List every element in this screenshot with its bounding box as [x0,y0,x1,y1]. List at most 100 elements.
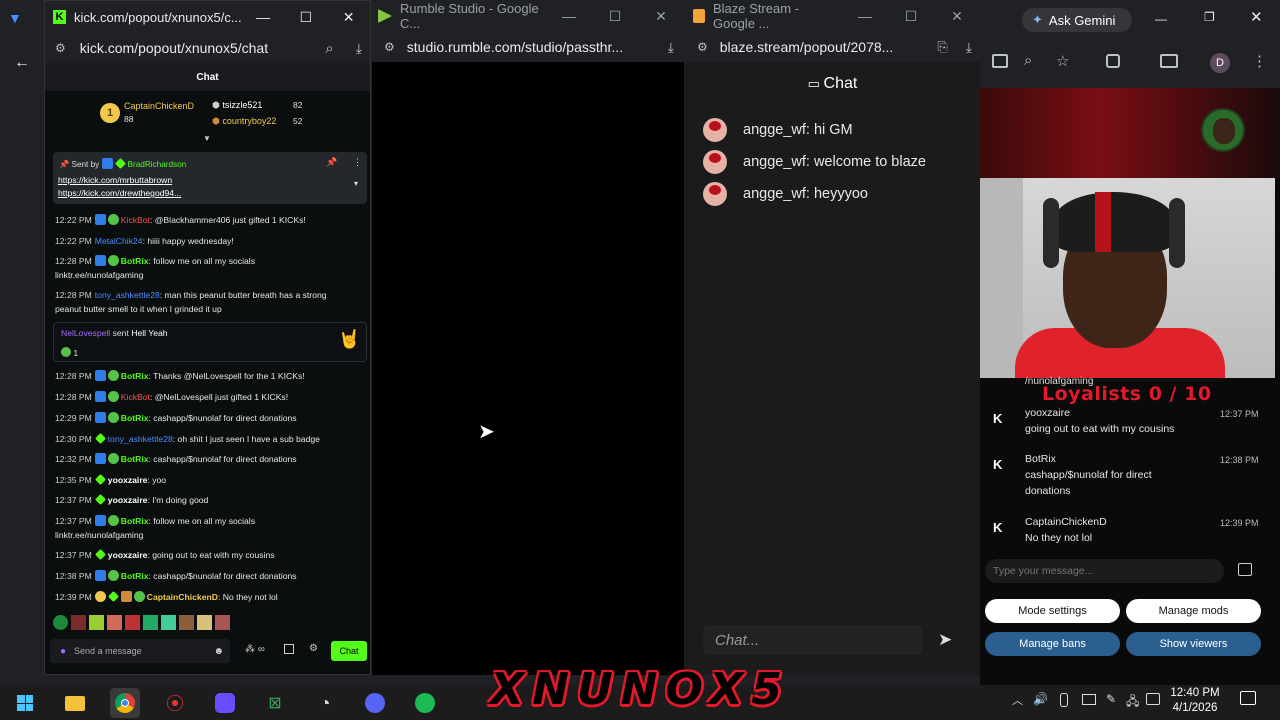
network-icon[interactable]: 🖧 [1126,692,1139,713]
emote-icon[interactable] [161,615,176,630]
kick-tools-icon[interactable]: ⁂ ∞ [245,644,265,655]
message-user[interactable]: yooxzaire [108,550,148,560]
emote-icon[interactable] [143,615,158,630]
message-user[interactable]: MetalChik24 [95,236,143,246]
gift-user[interactable]: NelLovespell [61,328,110,338]
gift-box-icon[interactable] [284,644,294,654]
back-arrow-icon[interactable]: ← [14,54,30,72]
bookmark-star-icon[interactable]: ☆ [1056,52,1069,70]
kick-address-bar[interactable]: ⚙ kick.com/popout/xnunox5/chat ⌕ ⤓ [45,33,370,63]
emote-icon[interactable] [125,615,140,630]
emote-icon[interactable] [53,615,68,630]
display-icon[interactable] [1082,694,1096,705]
emote-icon[interactable] [197,615,212,630]
site-settings-icon[interactable]: ⚙ [55,41,66,55]
tray-chevron-icon[interactable]: ︿ [1012,692,1023,708]
close-icon[interactable]: ✕ [1250,8,1263,26]
emote-icon[interactable] [89,615,104,630]
message-user[interactable]: BotRix [121,516,149,526]
spotify-icon[interactable] [410,688,440,718]
volume-icon[interactable]: 🔊 [1033,692,1048,706]
pinned-expand-icon[interactable]: ▾ [354,179,358,188]
maximize-icon[interactable]: ☐ [888,0,934,32]
chrome-tab-icon[interactable]: ▼ [8,10,22,26]
send-icon[interactable]: ➤ [938,630,952,650]
minimize-icon[interactable]: — [546,0,592,32]
message-user[interactable]: BotRix [121,454,149,464]
battery-icon[interactable] [1146,693,1160,705]
close-icon[interactable]: ✕ [638,0,684,32]
apps-grid-icon[interactable] [210,688,240,718]
pinned-menu-icon[interactable]: ⋮ [353,157,362,168]
message-user[interactable]: yooxzaire [108,475,148,485]
emote-icon[interactable] [179,615,194,630]
profile-avatar[interactable]: D [1210,53,1230,73]
install-app-icon[interactable]: ⎘ [937,39,947,55]
unpin-icon[interactable]: 📌 [326,157,337,168]
send-chat-button[interactable]: Chat [331,641,367,661]
download-icon[interactable]: ⤓ [966,39,972,56]
download-icon[interactable]: ⤓ [356,40,362,57]
close-icon[interactable]: ✕ [934,0,980,32]
blaze-chat-input[interactable]: Chat... [703,625,923,655]
message-user[interactable]: BotRix [121,256,149,266]
dashboard-message-input[interactable] [985,559,1224,583]
blaze-message-user[interactable]: angge_wf [743,122,806,138]
site-settings-icon[interactable]: ⚙ [697,40,708,54]
message-user[interactable]: BotRix [121,413,149,423]
message-user[interactable]: tony_ashkettle28 [108,434,173,444]
maps-pin-icon[interactable]: ⦿ [160,688,190,718]
menu-dots-icon[interactable]: ⋮ [1252,52,1267,70]
settings-gear-icon[interactable]: ⚙ [309,643,318,654]
message-user[interactable]: BotRix [121,571,149,581]
microphone-icon[interactable] [1060,693,1068,707]
tab-search-icon[interactable] [1160,54,1178,68]
maximize-icon[interactable]: ☐ [284,1,327,33]
smiley-icon[interactable]: ☻ [213,646,224,657]
emote-icon[interactable] [215,615,230,630]
minimize-icon[interactable]: — [242,1,285,33]
pinned-link-1[interactable]: https://kick.com/mrbuttabrown [58,175,172,185]
speed-gauge-icon[interactable]: ◔ [310,688,340,718]
extensions-icon[interactable] [1106,54,1120,68]
blaze-address-bar[interactable]: ⚙ blaze.stream/popout/2078... ⎘ ⤓ [685,32,980,62]
message-user[interactable]: BotRix [121,371,149,381]
emote-icon[interactable] [71,615,86,630]
emote-icon[interactable] [107,615,122,630]
emote-picker-icon[interactable]: ● [60,646,66,657]
zoom-icon[interactable]: ⌕ [325,40,333,57]
restore-icon[interactable]: ❐ [1204,10,1215,24]
site-settings-icon[interactable]: ⚙ [384,40,395,54]
pinned-link-2[interactable]: https://kick.com/drewthegod94... [58,188,181,198]
file-explorer-icon[interactable] [60,688,90,718]
maximize-icon[interactable]: ☐ [592,0,638,32]
close-icon[interactable]: ✕ [327,1,370,33]
taskbar-clock[interactable]: 12:40 PM 4/1/2026 [1165,686,1225,716]
kick-message-input[interactable]: ● Send a message ☻ [50,639,230,663]
notifications-icon[interactable] [1240,691,1256,705]
chat-emote-icon[interactable] [1238,563,1252,576]
message-user[interactable]: KickBot [121,392,150,402]
download-icon[interactable]: ⤓ [668,39,674,56]
ask-gemini-button[interactable]: ✦ Ask Gemini [1022,8,1132,32]
blaze-message-user[interactable]: angge_wf [743,154,806,170]
message-user[interactable]: yooxzaire [108,495,148,505]
blaze-message-user[interactable]: angge_wf [743,186,806,202]
discord-icon[interactable] [360,688,390,718]
manage-mods-button[interactable]: Manage mods [1126,599,1261,623]
mode-settings-button[interactable]: Mode settings [985,599,1120,623]
show-viewers-button[interactable]: Show viewers [1126,632,1261,656]
screen-cast-icon[interactable] [992,54,1008,68]
chrome-taskbar-icon[interactable] [110,688,140,718]
message-user[interactable]: CaptainChickenD [147,592,218,602]
minimize-icon[interactable]: — [1155,12,1167,26]
excel-icon[interactable]: ⊠ [260,688,290,718]
message-user[interactable]: tony_ashkettle28 [95,290,160,300]
rumble-address-bar[interactable]: ⚙ studio.rumble.com/studio/passthr... ⤓ [372,32,684,62]
zoom-icon[interactable]: ⌕ [1024,52,1032,69]
minimize-icon[interactable]: — [842,0,888,32]
pen-icon[interactable]: ✎ [1106,692,1116,706]
windows-start-icon[interactable] [10,688,40,718]
manage-bans-button[interactable]: Manage bans [985,632,1120,656]
message-user[interactable]: KickBot [121,215,150,225]
